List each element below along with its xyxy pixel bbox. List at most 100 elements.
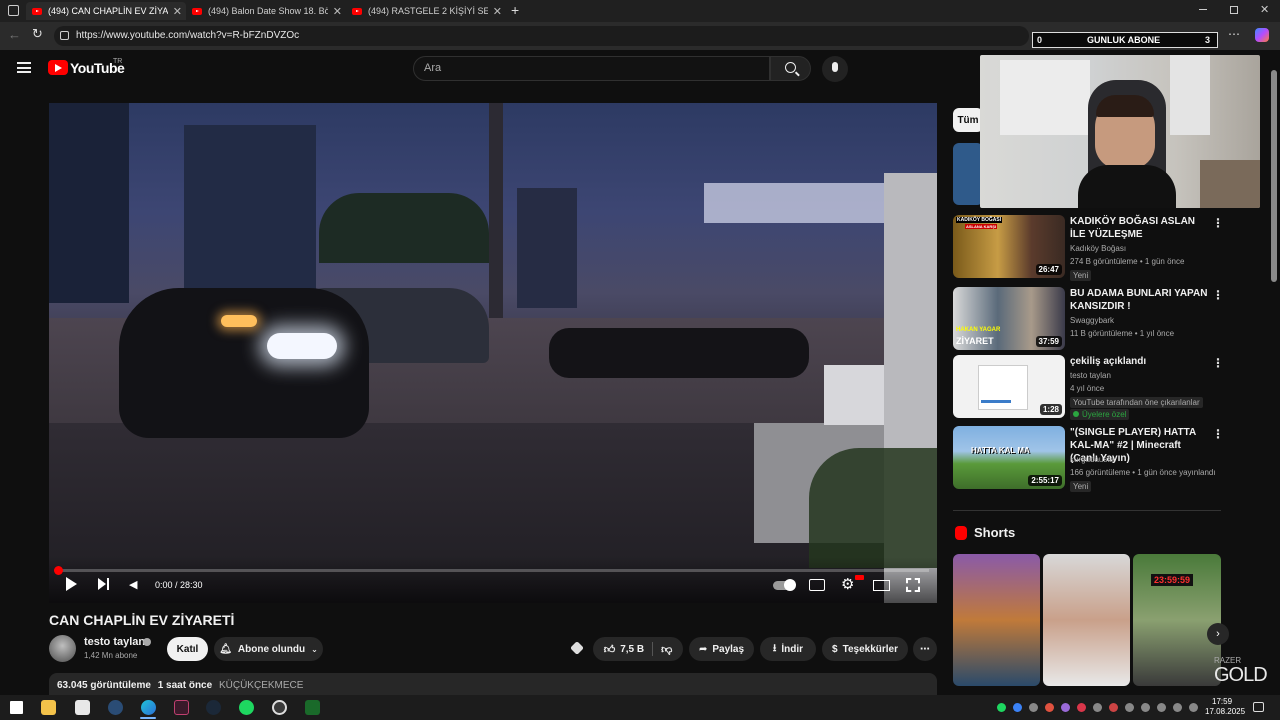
like-count[interactable]: 7,5 B	[620, 644, 644, 655]
tray-app-icon[interactable]	[1189, 703, 1198, 712]
related-video-title[interactable]: çekiliş açıklandı	[1070, 355, 1208, 368]
restore-window-icon[interactable]	[1230, 6, 1238, 14]
thanks-button[interactable]: $ Teşekkürler	[822, 637, 908, 661]
related-thumbnail[interactable]: HATTA KAL MA 2:55:17	[953, 426, 1065, 489]
video-options-icon[interactable]: ⋮	[1212, 288, 1224, 302]
tab-actions-icon[interactable]	[8, 5, 19, 16]
progress-scrubber[interactable]	[54, 566, 63, 575]
clock-time[interactable]: 17:59	[1212, 697, 1232, 706]
windows-start-icon[interactable]	[10, 701, 23, 714]
tray-app-icon[interactable]	[1045, 703, 1054, 712]
spotify-icon[interactable]	[239, 700, 254, 715]
voice-search-button[interactable]	[822, 56, 848, 82]
browser-tab[interactable]: (494) RASTGELE 2 KİŞİYİ SEVGİLİ Y ✕	[346, 2, 506, 20]
tray-bluetooth-icon[interactable]	[1013, 703, 1022, 712]
related-channel[interactable]: Swaggybark	[1070, 314, 1114, 327]
notifications-icon[interactable]	[1253, 702, 1264, 712]
dislike-icon[interactable]: 👎︎	[661, 643, 672, 656]
browser-tab-active[interactable]: (494) CAN CHAPLİN EV ZİYARETİ ✕	[26, 2, 186, 20]
tray-app-icon[interactable]	[1109, 703, 1118, 712]
channel-avatar[interactable]	[49, 635, 76, 662]
reload-icon[interactable]: ↻	[32, 26, 43, 42]
short-thumbnail[interactable]	[1043, 554, 1130, 686]
close-tab-icon[interactable]: ✕	[493, 5, 502, 18]
filter-chip-all[interactable]: Tüm	[953, 108, 983, 132]
new-tab-button[interactable]: +	[511, 2, 519, 18]
related-channel[interactable]: kurgudausta	[1070, 453, 1114, 466]
more-menu-icon[interactable]: ⋯	[1228, 27, 1240, 41]
obs-icon[interactable]	[272, 700, 287, 715]
volume-icon[interactable]: ◀	[129, 578, 137, 591]
partially-hidden-thumbnail[interactable]	[953, 143, 983, 205]
join-button[interactable]: Katıl	[167, 637, 208, 661]
like-icon[interactable]: 👍︎	[604, 643, 616, 656]
related-thumbnail[interactable]: 1:28	[953, 355, 1065, 418]
youtube-favicon-icon	[192, 7, 202, 15]
related-thumbnail[interactable]: HAKAN YAGAR ZİYARET 37:59	[953, 287, 1065, 350]
progress-bar[interactable]	[57, 569, 929, 572]
subscribed-button[interactable]: 🔔︎ Abone olundu ⌄	[214, 637, 323, 661]
app-icon[interactable]	[174, 700, 189, 715]
tray-network-icon[interactable]	[1173, 703, 1182, 712]
steam-icon[interactable]	[108, 700, 123, 715]
channel-name[interactable]: testo taylan	[84, 636, 145, 648]
video-frame-building	[704, 183, 884, 223]
close-tab-icon[interactable]: ✕	[173, 5, 182, 18]
close-window-icon[interactable]: ✕	[1260, 3, 1269, 16]
search-button[interactable]	[770, 56, 811, 81]
edge-icon[interactable]	[141, 700, 156, 715]
steam-secondary-icon[interactable]	[206, 700, 221, 715]
copilot-icon[interactable]	[1255, 28, 1269, 42]
related-video-title[interactable]: BU ADAMA BUNLARI YAPAN KANSIZDIR !	[1070, 287, 1208, 313]
video-options-icon[interactable]: ⋮	[1212, 356, 1224, 370]
related-thumbnail[interactable]: KADIKÖY BOĞASI ASLANA KARŞI 26:47	[953, 215, 1065, 278]
clock-date[interactable]: 17.08.2025	[1205, 707, 1245, 716]
related-video-title[interactable]: KADIKÖY BOĞASI ASLAN İLE YÜZLEŞME	[1070, 215, 1208, 241]
video-player[interactable]: ◀ 0:00 / 28:30 ⚙	[49, 103, 937, 603]
browser-tab[interactable]: (494) Balon Date Show 18. Bölüm ✕	[186, 2, 346, 20]
fullscreen-icon[interactable]	[906, 578, 920, 592]
close-tab-icon[interactable]: ✕	[333, 5, 342, 18]
share-button[interactable]: ➦ Paylaş	[689, 637, 754, 661]
tray-volume-icon[interactable]	[1157, 703, 1166, 712]
guide-menu-icon[interactable]	[17, 62, 31, 73]
play-icon[interactable]	[66, 577, 77, 591]
short-thumbnail[interactable]: 23:59:59	[1133, 554, 1221, 686]
site-info-icon[interactable]	[60, 31, 69, 40]
short-thumbnail[interactable]	[953, 554, 1040, 686]
store-icon[interactable]	[75, 700, 90, 715]
settings-gear-icon[interactable]: ⚙	[841, 575, 854, 593]
video-options-icon[interactable]: ⋮	[1212, 216, 1224, 230]
tray-app-icon[interactable]	[1125, 703, 1134, 712]
thumbnail-document	[978, 365, 1028, 410]
address-bar[interactable]: https://www.youtube.com/watch?v=R-bFZnDV…	[54, 26, 1029, 46]
minimize-window-icon[interactable]	[1199, 9, 1207, 10]
related-channel[interactable]: testo taylan	[1070, 369, 1111, 382]
search-input[interactable]: Ara	[413, 56, 770, 81]
page-scrollbar-thumb[interactable]	[1271, 70, 1277, 282]
related-channel[interactable]: Kadıköy Boğası	[1070, 242, 1126, 255]
download-button[interactable]: ⭳ İndir	[760, 637, 816, 661]
game-launcher-icon[interactable]	[305, 700, 320, 715]
file-explorer-icon[interactable]	[41, 700, 56, 715]
theater-mode-icon[interactable]	[873, 580, 890, 591]
tray-app-icon[interactable]	[1077, 703, 1086, 712]
youtube-logo-icon[interactable]	[48, 60, 68, 75]
video-options-icon[interactable]: ⋮	[1212, 427, 1224, 441]
hd-badge	[855, 575, 864, 580]
youtube-favicon-icon	[352, 7, 362, 15]
short-timer-text: 23:59:59	[1151, 574, 1194, 586]
subtitles-icon[interactable]	[809, 579, 825, 591]
more-actions-button[interactable]: ⋯	[913, 637, 937, 661]
ai-sparkle-icon[interactable]	[570, 641, 584, 655]
back-icon[interactable]: ←	[8, 27, 21, 42]
video-frame-motorcycle	[119, 288, 369, 438]
shorts-next-button[interactable]: ›	[1207, 623, 1229, 645]
tray-app-icon[interactable]	[1029, 703, 1038, 712]
next-video-icon[interactable]	[98, 578, 106, 590]
tray-app-icon[interactable]	[1061, 703, 1070, 712]
location-tag[interactable]: KÜÇÜKÇEKMECE	[219, 680, 303, 691]
tray-spotify-icon[interactable]	[997, 703, 1006, 712]
tray-app-icon[interactable]	[1093, 703, 1102, 712]
tray-app-icon[interactable]	[1141, 703, 1150, 712]
